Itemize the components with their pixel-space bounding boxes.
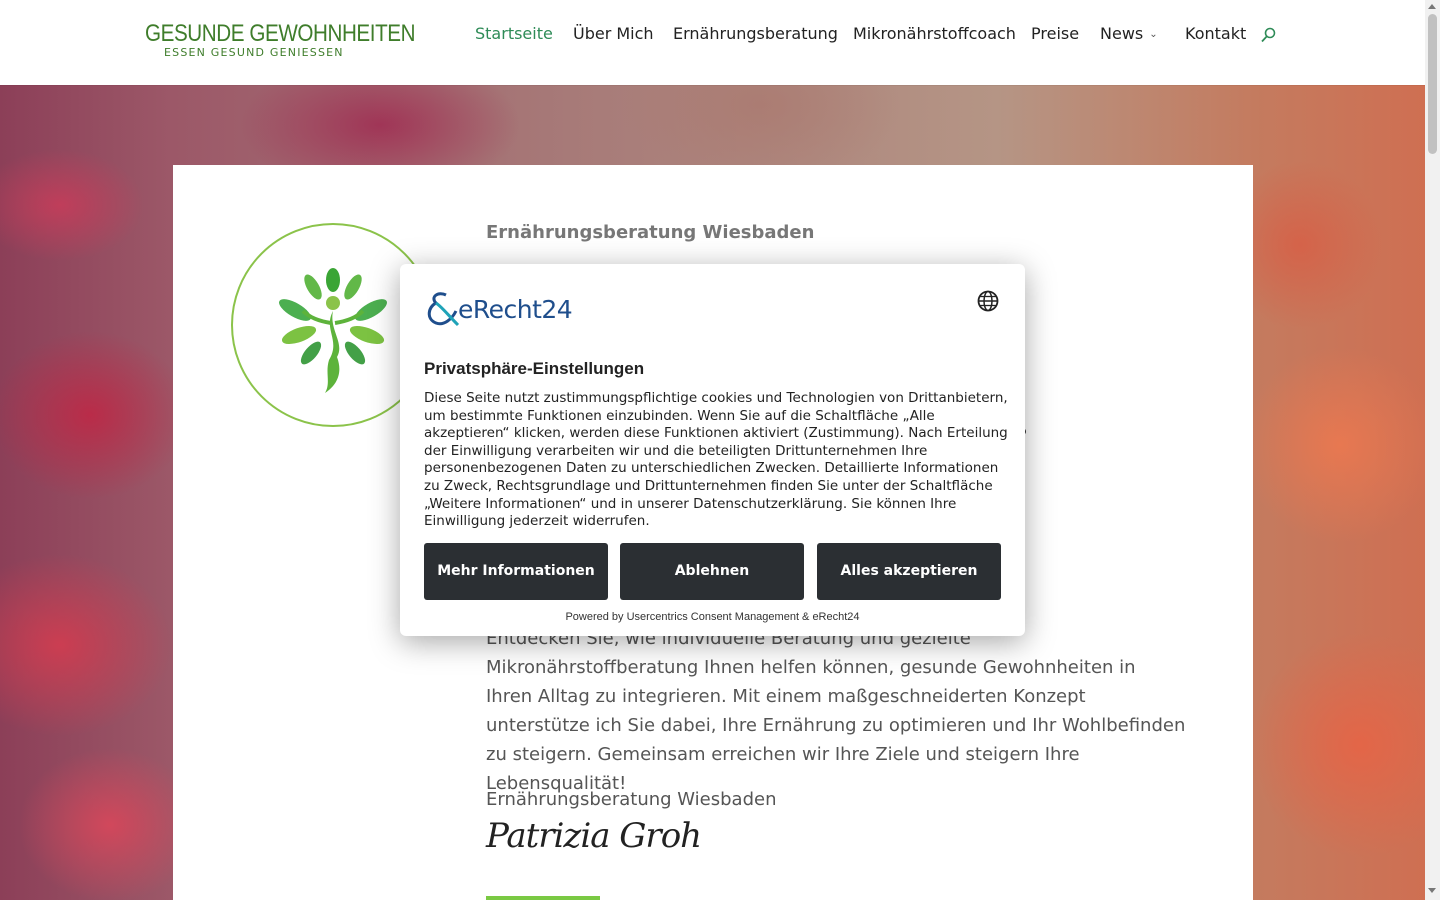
nav-item-news-label: News [1100,24,1144,43]
consent-title: Privatsphäre-Einstellungen [424,359,645,378]
hero-footer-line: Ernährungsberatung Wiesbaden [486,789,777,810]
erecht24-logo-text: eRecht24 [458,295,573,324]
chevron-down-icon: ⌄ [1149,29,1158,40]
search-icon[interactable] [1260,27,1276,43]
hero-body-text: Entdecken Sie, wie individuelle Beratung… [486,628,1186,794]
logo-tagline: ESSEN GESUND GENIESSEN [164,46,344,59]
nav-item-ueber-mich[interactable]: Über Mich [573,24,654,43]
nav-item-kontakt[interactable]: Kontakt [1185,24,1246,43]
accept-all-button[interactable]: Alles akzeptieren [817,543,1001,600]
logo-main-text: GESUNDE GEWOHNHEITEN [145,20,416,47]
nav-item-startseite[interactable]: Startseite [475,24,553,43]
consent-dialog: eRecht24 Privatsphäre-Einstellungen Dies… [400,264,1025,636]
site-header: GESUNDE GEWOHNHEITEN ESSEN GESUND GENIES… [0,0,1425,85]
more-information-button[interactable]: Mehr Informationen [424,543,608,600]
erecht24-ampersand-icon [427,292,460,327]
erecht24-logo: eRecht24 [424,289,589,329]
globe-icon[interactable] [977,290,999,312]
consent-body-text: Diese Seite nutzt zustimmungspflichtige … [424,390,1008,530]
nav-item-news[interactable]: News ⌄ [1100,24,1158,43]
scroll-thumb[interactable] [1428,14,1437,154]
nav-item-ernaehrungsberatung[interactable]: Ernährungsberatung [673,24,838,43]
page-scrollbar[interactable] [1425,0,1440,900]
hero-eyebrow: Ernährungsberatung Wiesbaden [486,222,815,243]
cta-button-top-edge[interactable] [486,896,600,900]
powered-by-text: Powered by Usercentrics Consent Manageme… [565,611,860,623]
signature: Patrizia Groh [486,816,702,856]
nav-item-mikronaehrstoffcoach[interactable]: Mikronährstoffcoach [853,24,1016,43]
scroll-up-arrow-icon[interactable] [1428,4,1436,9]
reject-button[interactable]: Ablehnen [620,543,804,600]
nav-item-preise[interactable]: Preise [1031,24,1079,43]
scroll-down-arrow-icon[interactable] [1428,888,1436,893]
site-logo[interactable]: GESUNDE GEWOHNHEITEN ESSEN GESUND GENIES… [145,20,415,62]
